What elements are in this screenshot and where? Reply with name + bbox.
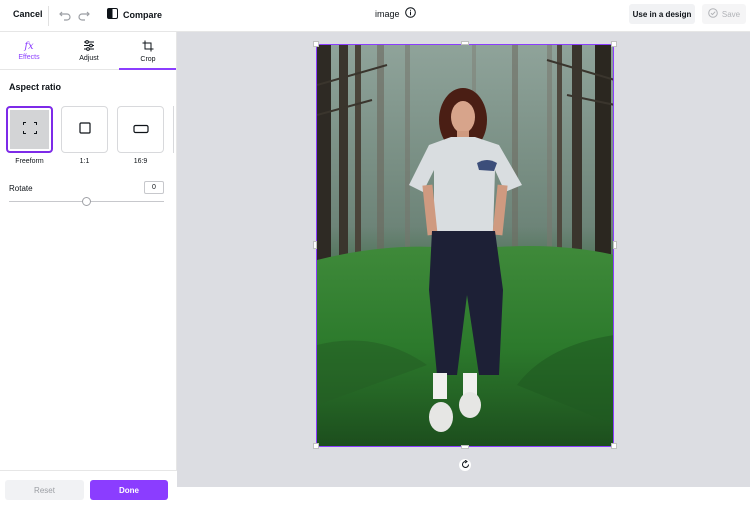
rotate-input[interactable]: 0 bbox=[144, 181, 164, 194]
ratio-1-1-button[interactable] bbox=[61, 106, 108, 153]
compare-button[interactable]: Compare bbox=[107, 6, 162, 24]
tab-crop-label: Crop bbox=[140, 55, 156, 63]
compare-icon bbox=[107, 6, 118, 24]
crop-handle-bottom[interactable] bbox=[461, 445, 469, 449]
crop-handle-top-left[interactable] bbox=[313, 41, 319, 47]
tab-crop[interactable]: Crop bbox=[119, 32, 177, 70]
file-title-text: image bbox=[375, 8, 400, 19]
edit-tabs: fx Effects Adjust Crop bbox=[0, 32, 177, 70]
ratio-freeform-label: Freeform bbox=[15, 158, 44, 165]
edit-panel: fx Effects Adjust Crop bbox=[0, 32, 177, 505]
reset-button[interactable]: Reset bbox=[5, 480, 84, 500]
freeform-icon bbox=[22, 121, 37, 139]
toolbar-divider bbox=[48, 6, 49, 26]
sliders-icon bbox=[83, 40, 95, 53]
rotate-image-button[interactable] bbox=[459, 459, 471, 471]
tab-effects-label: Effects bbox=[18, 53, 40, 61]
crop-handle-left[interactable] bbox=[313, 241, 317, 249]
tab-adjust-label: Adjust bbox=[79, 55, 99, 62]
crop-handle-top-right[interactable] bbox=[611, 41, 617, 47]
ratio-16-9-label: 16:9 bbox=[133, 158, 148, 165]
canvas-bottom-strip bbox=[177, 487, 750, 505]
crop-handle-bottom-left[interactable] bbox=[313, 443, 319, 449]
crop-handle-right[interactable] bbox=[613, 241, 617, 249]
forest-photo bbox=[317, 45, 613, 446]
save-label: Save bbox=[721, 9, 741, 19]
fx-icon: fx bbox=[24, 40, 34, 52]
use-in-design-button[interactable]: Use in a design bbox=[629, 4, 695, 24]
cancel-button[interactable]: Cancel bbox=[13, 9, 43, 19]
rotate-icon bbox=[461, 456, 470, 474]
wide-rect-icon bbox=[132, 121, 149, 139]
rotate-slider-thumb[interactable] bbox=[82, 197, 91, 206]
check-circle-icon bbox=[708, 8, 718, 20]
crop-handle-top[interactable] bbox=[461, 41, 469, 45]
file-title: image bbox=[375, 7, 416, 20]
done-button[interactable]: Done bbox=[90, 480, 168, 500]
undo-icon[interactable] bbox=[57, 7, 73, 23]
save-button[interactable]: Save bbox=[702, 4, 746, 24]
aspect-ratio-title: Aspect ratio bbox=[9, 82, 62, 92]
crop-handle-bottom-right[interactable] bbox=[611, 443, 617, 449]
info-icon[interactable] bbox=[404, 7, 416, 20]
redo-icon[interactable] bbox=[76, 7, 92, 23]
tab-effects[interactable]: fx Effects bbox=[0, 32, 58, 70]
ratio-16-9-button[interactable] bbox=[117, 106, 164, 153]
tab-adjust[interactable]: Adjust bbox=[60, 32, 118, 70]
top-bar: Cancel Compare image Use in a design Sav… bbox=[0, 0, 750, 32]
ratio-freeform-button[interactable] bbox=[6, 106, 53, 153]
rotate-label: Rotate bbox=[9, 184, 33, 193]
active-tab-indicator bbox=[119, 68, 176, 70]
crop-image[interactable] bbox=[316, 44, 614, 447]
square-icon bbox=[78, 121, 91, 139]
crop-icon bbox=[142, 40, 154, 54]
ratio-1-1-label: 1:1 bbox=[79, 158, 90, 165]
compare-label: Compare bbox=[123, 10, 163, 20]
